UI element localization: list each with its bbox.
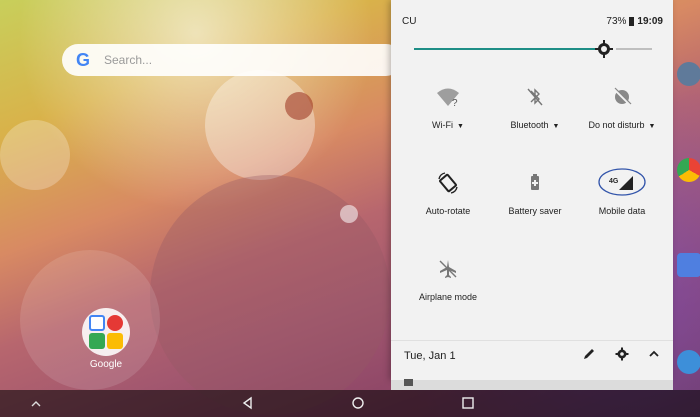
quick-settings-panel: CU 73% 19:09 ? Wi-Fi ▼ Bluetooth ▼ Do no…	[391, 0, 673, 380]
tile-label: Airplane mode	[418, 292, 478, 302]
clock: 19:09	[637, 16, 663, 27]
brightness-slider-thumb[interactable]	[594, 39, 614, 59]
notification-handle[interactable]	[391, 380, 673, 390]
tile-label: Do not disturb	[588, 120, 645, 130]
image-notification-icon	[404, 379, 413, 386]
dropdown-arrow-icon[interactable]: ▼	[553, 123, 560, 130]
search-placeholder: Search...	[104, 53, 153, 67]
date-label[interactable]: Tue, Jan 1	[404, 350, 456, 362]
tile-bluetooth[interactable]: Bluetooth ▼	[488, 84, 582, 130]
google-search-bar[interactable]: G Search...	[62, 44, 402, 76]
wallpaper-bubble	[285, 92, 313, 120]
tile-label: Auto-rotate	[425, 206, 471, 216]
google-logo: G	[76, 49, 91, 70]
panel-divider	[391, 340, 673, 341]
back-button-icon[interactable]	[240, 395, 256, 411]
network-type-label: 4G	[609, 178, 619, 185]
svg-text:?: ?	[452, 98, 458, 109]
tile-auto-rotate[interactable]: Auto-rotate	[401, 170, 495, 216]
brightness-track[interactable]	[616, 48, 652, 50]
google-app-icon	[89, 315, 105, 331]
wifi-unknown-icon: ?	[437, 88, 459, 109]
bluetooth-off-icon	[527, 88, 543, 106]
phone-app-icon[interactable]	[677, 350, 700, 374]
tile-label: Wi-Fi	[432, 120, 454, 130]
folder-label: Google	[89, 359, 123, 370]
wallpaper-bubble	[340, 205, 358, 223]
recents-button-icon[interactable]	[460, 395, 476, 411]
home-button-icon[interactable]	[350, 395, 366, 411]
battery-icon	[629, 17, 635, 26]
airplane-off-icon	[439, 260, 457, 278]
tile-do-not-disturb[interactable]: Do not disturb ▼	[575, 84, 669, 130]
battery-percent: 73%	[606, 16, 627, 27]
tile-label: Bluetooth	[510, 120, 549, 130]
tile-airplane-mode[interactable]: Airplane mode	[401, 256, 495, 302]
expand-up-icon[interactable]	[30, 398, 42, 408]
do-not-disturb-off-icon	[613, 87, 632, 106]
edit-icon[interactable]	[581, 346, 597, 362]
tile-battery-saver[interactable]: Battery saver	[488, 170, 582, 216]
dropdown-arrow-icon[interactable]: ▼	[649, 123, 656, 130]
wallpaper-bubble	[0, 120, 70, 190]
tile-mobile-data[interactable]: 4G Mobile data	[575, 168, 669, 216]
brightness-track-filled[interactable]	[414, 48, 600, 50]
battery-saver-icon	[531, 174, 539, 190]
google-apps-folder[interactable]	[82, 308, 130, 356]
play-store-app-icon	[107, 333, 123, 349]
wallpaper-bubble	[205, 70, 315, 180]
messages-app-icon[interactable]	[677, 253, 700, 277]
tile-label: Battery saver	[508, 206, 562, 216]
gmail-app-icon	[107, 315, 123, 331]
auto-rotate-icon	[438, 172, 458, 194]
tile-wifi[interactable]: ? Wi-Fi ▼	[401, 84, 495, 130]
dropdown-arrow-icon[interactable]: ▼	[457, 123, 464, 130]
carrier-label: CU	[402, 16, 417, 27]
tile-label: Mobile data	[598, 206, 646, 216]
edge-app-icon[interactable]	[677, 62, 700, 86]
maps-app-icon	[89, 333, 105, 349]
collapse-chevron-up-icon[interactable]	[646, 346, 662, 362]
chrome-app-icon[interactable]	[677, 158, 700, 182]
status-indicators: 73% 19:09	[606, 16, 663, 27]
settings-gear-icon[interactable]	[614, 346, 630, 362]
mobile-data-4g-icon: 4G	[598, 168, 646, 196]
